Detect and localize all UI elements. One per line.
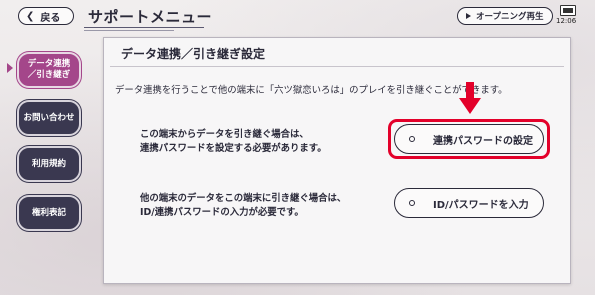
back-button[interactable]: ❮ 戻る: [18, 7, 74, 25]
panel-title: データ連携／引き継ぎ設定: [121, 47, 266, 61]
clock: 12:06: [556, 17, 577, 25]
title-underline-secondary: [84, 30, 174, 31]
enter-password-description: 他の端末のデータをこの端末に引き継ぐ場合は、 ID/連携パスワードの入力が必要で…: [140, 192, 346, 220]
circle-icon: [409, 200, 415, 206]
title-underline: [84, 27, 204, 28]
play-icon: [466, 13, 471, 19]
header-bar: ❮ 戻る サポートメニュー オープニング再生 12:06: [0, 0, 595, 34]
active-marker-icon: [7, 63, 13, 73]
set-password-description: この端末からデータを引き継ぐ場合は、 連携パスワードを設定する必要があります。: [140, 128, 327, 156]
panel-title-divider: [110, 66, 564, 67]
opening-play-button[interactable]: オープニング再生: [457, 7, 553, 25]
description-line: この端末からデータを引き継ぐ場合は、: [140, 129, 309, 140]
sidebar-item-data-transfer[interactable]: データ連携 ／引き継ぎ: [17, 52, 81, 88]
chevron-left-icon: ❮: [26, 10, 35, 22]
sidebar-item-label: データ連携 ／引き継ぎ: [27, 59, 71, 80]
sidebar-item-label: 権利表記: [31, 207, 66, 218]
sidebar-item-credits[interactable]: 権利表記: [17, 195, 81, 231]
sidebar-item-label: 利用規約: [31, 158, 66, 169]
description-line: ID/連携パスワードの入力が必要です。: [140, 207, 304, 218]
set-password-button[interactable]: 連携パスワードの設定: [394, 124, 544, 154]
battery-icon: [560, 5, 576, 16]
set-password-button-label: 連携パスワードの設定: [433, 135, 533, 147]
circle-icon: [409, 136, 415, 142]
sidebar-item-terms[interactable]: 利用規約: [17, 146, 81, 182]
sidebar-item-contact[interactable]: お問い合わせ: [17, 100, 81, 136]
intro-text: データ連携を行うことで他の端末に「六ツ獄恋いろは」のプレイを引き継ぐことができま…: [115, 85, 508, 96]
sidebar-item-label: お問い合わせ: [23, 112, 75, 123]
back-button-label: 戻る: [40, 12, 61, 24]
enter-id-password-button[interactable]: ID/パスワードを入力: [394, 188, 544, 218]
page-title: サポートメニュー: [88, 8, 213, 26]
settings-panel: データ連携／引き継ぎ設定 データ連携を行うことで他の端末に「六ツ獄恋いろは」のプ…: [103, 37, 571, 284]
opening-play-label: オープニング再生: [476, 12, 544, 22]
enter-id-password-button-label: ID/パスワードを入力: [433, 199, 529, 211]
description-line: 連携パスワードを設定する必要があります。: [140, 143, 327, 154]
description-line: 他の端末のデータをこの端末に引き継ぐ場合は、: [140, 193, 347, 204]
down-arrow-icon: [459, 82, 481, 114]
